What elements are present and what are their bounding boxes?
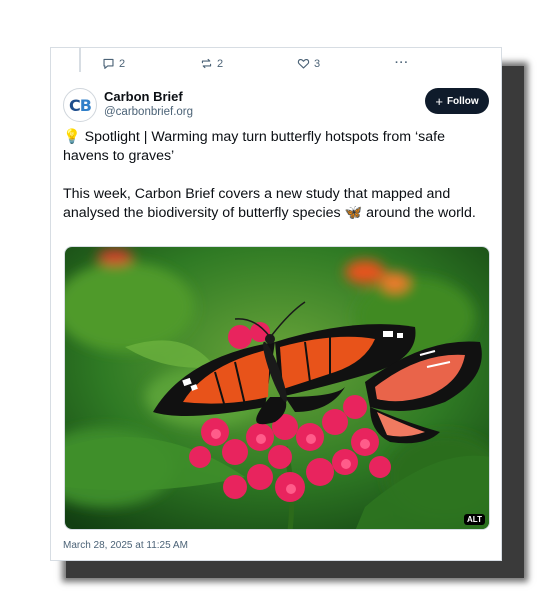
repost-count: 2	[217, 57, 224, 70]
post-headline: Spotlight | Warming may turn butterfly h…	[63, 129, 445, 164]
reply-icon	[103, 58, 114, 69]
post-paragraph-2: This week, Carbon Brief covers a new stu…	[63, 185, 491, 223]
reply-count: 2	[119, 57, 126, 70]
post-image[interactable]: ALT	[64, 246, 490, 530]
repost-button[interactable]: 2	[200, 57, 223, 70]
post-timestamp[interactable]: March 28, 2025 at 11:25 AM	[63, 540, 188, 551]
plus-icon: +	[435, 93, 443, 109]
reply-button[interactable]: 2	[102, 57, 125, 70]
avatar-logo: CB	[69, 95, 92, 115]
heart-icon	[297, 58, 310, 69]
lightbulb-icon: 💡	[63, 129, 81, 145]
like-button[interactable]: 3	[297, 57, 320, 70]
author-name[interactable]: Carbon Brief	[104, 89, 183, 104]
more-options-button[interactable]: ···	[395, 57, 409, 69]
avatar[interactable]: CB	[63, 88, 97, 122]
follow-button[interactable]: + Follow	[425, 88, 489, 114]
post-paragraph-1: 💡 Spotlight | Warming may turn butterfly…	[63, 128, 491, 166]
author-handle[interactable]: @carbonbrief.org	[104, 106, 193, 118]
butterfly-photo	[65, 247, 489, 529]
post-body-text-end: around the world.	[362, 205, 476, 221]
post-card: 2 2 3 ··· CB Carbon Brief @carbonbrief.o…	[50, 47, 502, 561]
butterfly-icon: 🦋	[344, 205, 363, 221]
follow-label: Follow	[446, 95, 479, 107]
repost-icon	[201, 58, 212, 69]
like-count: 3	[314, 57, 321, 70]
post-header: CB Carbon Brief @carbonbrief.org + Follo…	[63, 88, 489, 124]
alt-badge[interactable]: ALT	[464, 514, 485, 525]
more-icon: ···	[395, 57, 409, 69]
post-text: 💡 Spotlight | Warming may turn butterfly…	[63, 128, 491, 223]
previous-post-actions: 2 2 3 ···	[51, 57, 501, 73]
